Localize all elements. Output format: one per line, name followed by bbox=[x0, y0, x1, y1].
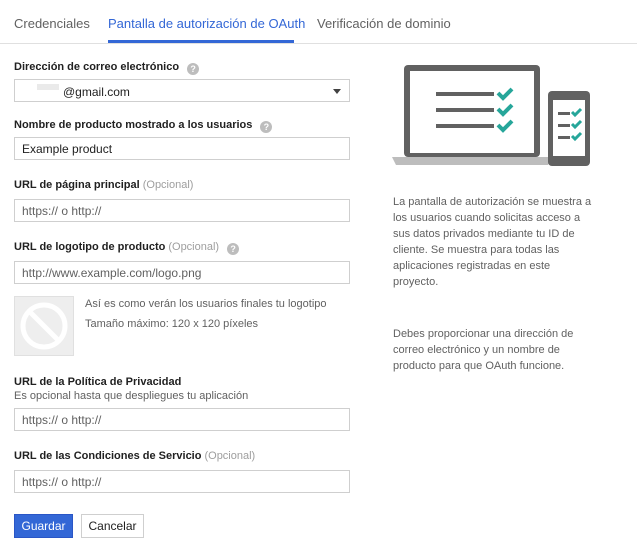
privacy-url-hint: Es opcional hasta que despliegues tu apl… bbox=[14, 390, 249, 402]
product-name-label: Nombre de producto mostrado a los usuari… bbox=[14, 119, 273, 133]
phone-illustration bbox=[548, 91, 590, 166]
optional-tag: (Opcional) bbox=[142, 179, 194, 191]
logo-url-input[interactable] bbox=[14, 261, 350, 284]
help-icon[interactable]: ? bbox=[187, 63, 200, 75]
cancel-button[interactable]: Cancelar bbox=[81, 514, 144, 538]
tab-domain-verification[interactable]: Verificación de dominio bbox=[317, 16, 451, 31]
laptop-illustration bbox=[392, 65, 552, 165]
consent-screen-illustration bbox=[392, 65, 590, 166]
redacted-username bbox=[37, 84, 59, 90]
logo-preview bbox=[14, 296, 74, 356]
privacy-url-input[interactable] bbox=[14, 408, 350, 431]
logo-url-label: URL de logotipo de producto (Opcional)? bbox=[14, 241, 240, 255]
logo-max-size: Tamaño máximo: 120 x 120 píxeles bbox=[85, 318, 259, 330]
optional-tag: (Opcional) bbox=[204, 450, 256, 462]
help-icon[interactable]: ? bbox=[227, 243, 240, 255]
tab-oauth-consent[interactable]: Pantalla de autorización de OAuth bbox=[108, 16, 305, 31]
no-logo-icon bbox=[20, 302, 68, 350]
save-button[interactable]: Guardar bbox=[14, 514, 73, 538]
tos-url-input[interactable] bbox=[14, 470, 350, 493]
help-icon[interactable]: ? bbox=[260, 121, 273, 133]
consent-screen-description: La pantalla de autorización se muestra a… bbox=[393, 196, 592, 288]
email-select-value: @gmail.com bbox=[63, 85, 130, 99]
optional-tag: (Opcional) bbox=[168, 241, 220, 253]
tab-credentials[interactable]: Credenciales bbox=[14, 16, 90, 31]
product-name-input[interactable] bbox=[14, 137, 350, 160]
oauth-requirement-note: Debes proporcionar una dirección de corr… bbox=[393, 328, 574, 372]
email-select[interactable]: @gmail.com bbox=[14, 79, 350, 102]
logo-preview-caption: Así es como verán los usuarios finales t… bbox=[85, 298, 327, 310]
tos-url-label: URL de las Condiciones de Servicio (Opcio… bbox=[14, 450, 256, 462]
email-label: Dirección de correo electrónico? bbox=[14, 61, 200, 75]
homepage-url-label: URL de página principal (Opcional) bbox=[14, 179, 194, 191]
dropdown-caret-icon bbox=[333, 89, 341, 94]
active-tab-indicator bbox=[108, 40, 294, 43]
tab-bar: Credenciales Pantalla de autorización de… bbox=[0, 0, 637, 44]
privacy-url-label: URL de la Política de Privacidad bbox=[14, 376, 182, 388]
homepage-url-input[interactable] bbox=[14, 199, 350, 222]
